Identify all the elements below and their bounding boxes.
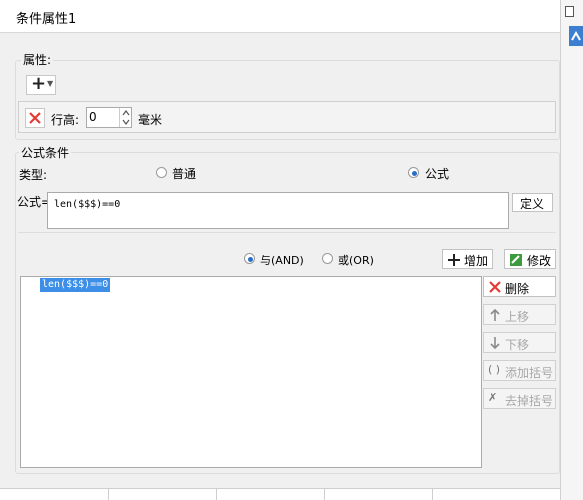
add-parentheses-label: 添加括号 <box>505 366 554 380</box>
row-height-label: 行高: <box>51 113 80 127</box>
red-x-icon <box>489 281 501 293</box>
background-page-icon <box>565 6 574 17</box>
modify-condition-button[interactable]: 修改 <box>504 249 556 269</box>
logic-and-radio[interactable] <box>244 253 255 264</box>
remove-property-button[interactable] <box>25 108 45 128</box>
add-condition-button[interactable]: 增加 <box>442 249 493 269</box>
sheet-gridline <box>108 489 109 500</box>
section-divider <box>18 232 556 233</box>
title-divider <box>0 32 560 33</box>
type-formula-label[interactable]: 公式 <box>425 165 449 182</box>
sheet-gridline <box>432 489 433 500</box>
sheet-gridline <box>216 489 217 500</box>
remove-parentheses-button[interactable]: ✗ 去掉括号 <box>483 388 556 409</box>
spinner-arrows[interactable] <box>119 108 131 127</box>
unit-label: 毫米 <box>138 113 163 127</box>
type-label: 类型: <box>19 168 48 182</box>
dialog-title: 条件属性1 <box>16 12 77 27</box>
spin-up-icon <box>122 110 130 116</box>
logic-or-label[interactable]: 或(OR) <box>338 252 374 268</box>
remove-parentheses-label: 去掉括号 <box>505 394 554 408</box>
add-condition-label: 增加 <box>464 254 489 268</box>
plus-icon: + <box>31 73 47 94</box>
edit-icon <box>510 254 522 266</box>
move-down-label: 下移 <box>505 338 530 352</box>
condition-list[interactable] <box>20 276 482 468</box>
list-item[interactable]: len($$$)==0 <box>40 278 111 292</box>
delete-condition-button[interactable]: 删除 <box>483 276 556 297</box>
background-tool-icon <box>569 26 583 46</box>
formula-label: 公式= <box>17 195 52 209</box>
plus-icon <box>448 254 460 266</box>
formula-input[interactable] <box>47 192 509 229</box>
move-up-label: 上移 <box>505 310 530 324</box>
move-up-button[interactable]: 上移 <box>483 304 556 325</box>
type-formula-radio[interactable] <box>408 167 419 178</box>
formula-input-value[interactable]: len($$$)==0 <box>54 199 120 210</box>
logic-and-label[interactable]: 与(AND) <box>260 252 304 268</box>
dropdown-caret-icon: ▼ <box>47 79 54 88</box>
row-height-value[interactable]: 0 <box>89 110 97 124</box>
background-window-edge <box>560 0 583 500</box>
type-normal-radio[interactable] <box>156 167 167 178</box>
remove-parentheses-icon: ✗ <box>488 391 498 404</box>
spin-down-icon <box>122 119 130 125</box>
arrow-down-icon <box>490 337 500 350</box>
sheet-gridline <box>324 489 325 500</box>
type-normal-label[interactable]: 普通 <box>172 165 196 182</box>
delete-condition-label: 删除 <box>505 282 530 296</box>
modify-condition-label: 修改 <box>527 254 552 268</box>
add-parentheses-button[interactable]: ( ) 添加括号 <box>483 360 556 381</box>
formula-condition-group-label: 公式条件 <box>19 144 72 161</box>
arrow-up-icon <box>490 308 500 321</box>
logic-or-radio[interactable] <box>322 253 333 264</box>
background-sheet-strip <box>0 488 560 500</box>
properties-group-label: 属性: <box>21 51 54 68</box>
red-x-icon <box>29 112 41 124</box>
define-button-label[interactable]: 定义 <box>520 195 544 212</box>
add-property-button[interactable]: + ▼ <box>26 73 56 95</box>
move-down-button[interactable]: 下移 <box>483 332 556 353</box>
dialog-title-bar[interactable] <box>0 0 560 32</box>
parentheses-icon: ( ) <box>488 363 501 376</box>
